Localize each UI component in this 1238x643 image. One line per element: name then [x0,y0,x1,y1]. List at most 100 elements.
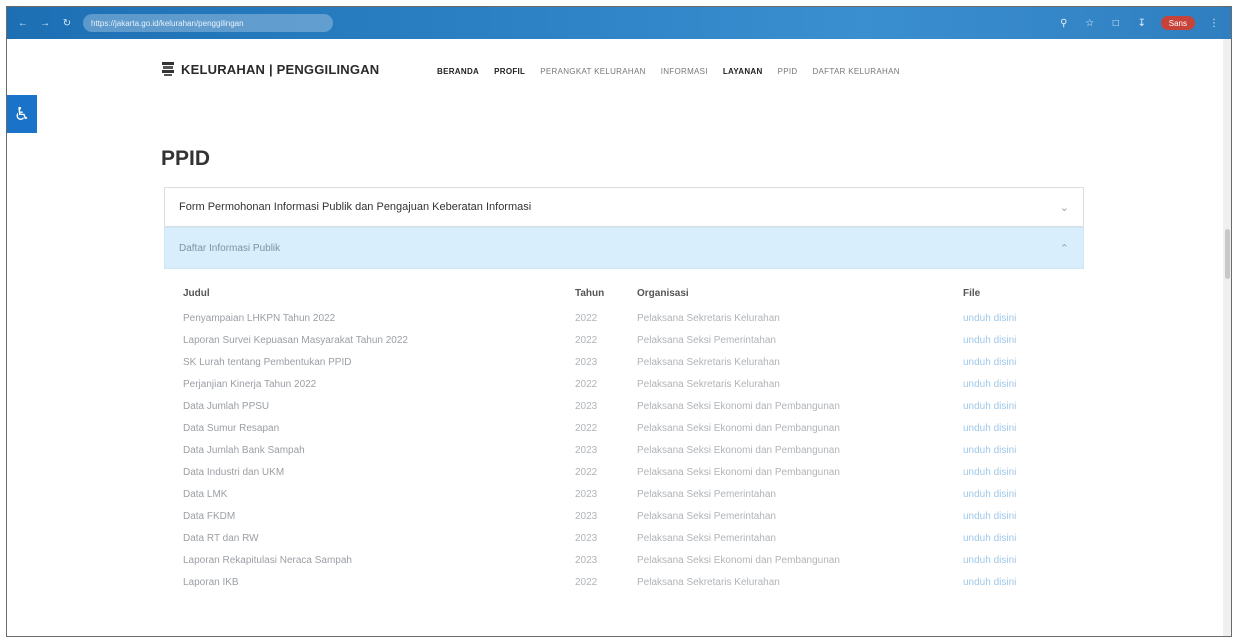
back-icon[interactable]: ← [17,17,29,29]
menu-informasi[interactable]: INFORMASI [661,67,708,76]
url-text: https://jakarta.go.id/kelurahan/penggili… [91,18,244,28]
page-scrollbar[interactable] [1223,39,1231,636]
download-link[interactable]: unduh disini [963,439,1083,461]
header-organisasi: Organisasi [637,287,689,299]
cell-tahun: 2023 [575,356,598,368]
table-row: Laporan Rekapitulasi Neraca Sampah 2023 Pe… [183,549,1083,571]
cell-tahun: 2023 [575,444,598,456]
cell-organisasi: Pelaksana Sekretaris Kelurahan [637,576,780,588]
cell-judul: Data Industri dan UKM [183,466,285,478]
browser-actions: ⚲ ☆ □ ↧ Sans ⋮ [1057,7,1221,39]
download-link[interactable]: unduh disini [963,461,1083,483]
menu-layanan[interactable]: LAYANAN [723,67,763,76]
cell-organisasi: Pelaksana Sekretaris Kelurahan [637,356,780,368]
share-icon[interactable]: ⚲ [1057,16,1071,30]
profile-label: Sans [1168,18,1187,28]
cell-organisasi: Pelaksana Sekretaris Kelurahan [637,378,780,390]
bookmark-icon[interactable]: ☆ [1083,16,1097,30]
cell-organisasi: Pelaksana Seksi Ekonomi dan Pembangunan [637,400,840,412]
accordion-daftar-label: Daftar Informasi Publik [179,242,281,254]
download-link[interactable]: unduh disini [963,307,1083,329]
cell-tahun: 2022 [575,422,598,434]
cell-judul: Data LMK [183,488,228,500]
download-link[interactable]: unduh disini [963,395,1083,417]
header-judul: Judul [183,287,210,299]
menu-profil[interactable]: PROFIL [494,67,525,76]
menu-daftar-kelurahan[interactable]: DAFTAR KELURAHAN [812,67,899,76]
menu-ppid[interactable]: PPID [778,67,798,76]
cell-tahun: 2023 [575,400,598,412]
download-link[interactable]: unduh disini [963,549,1083,571]
table-row: Data LMK 2023 Pelaksana Seksi Pemerintahan… [183,483,1083,505]
browser-window: ← → ↻ https://jakarta.go.id/kelurahan/pe… [6,6,1232,637]
scrollbar-thumb[interactable] [1225,229,1230,279]
browser-toolbar: ← → ↻ https://jakarta.go.id/kelurahan/pe… [7,7,1231,39]
cell-tahun: 2023 [575,488,598,500]
chevron-down-icon: ⌄ [1059,201,1069,214]
table-row: Data Jumlah PPSU 2023 Pelaksana Seksi Ekon… [183,395,1083,417]
table-header-row: Judul Tahun Organisasi File [183,279,1083,307]
cell-tahun: 2022 [575,576,598,588]
table-row: Data Sumur Resapan 2022 Pelaksana Seksi Ek… [183,417,1083,439]
chevron-up-icon: ⌃ [1059,242,1069,255]
table-row: Penyampaian LHKPN Tahun 2022 2022 Pelaksan… [183,307,1083,329]
table-row: SK Lurah tentang Pembentukan PPID 2023 Pel… [183,351,1083,373]
menu-perangkat-kelurahan[interactable]: PERANGKAT KELURAHAN [540,67,645,76]
cell-judul: Penyampaian LHKPN Tahun 2022 [183,312,336,324]
wheelchair-icon: ♿ [13,103,31,124]
table-row: Data Industri dan UKM 2022 Pelaksana Seksi… [183,461,1083,483]
download-link[interactable]: unduh disini [963,329,1083,351]
cell-organisasi: Pelaksana Seksi Ekonomi dan Pembangunan [637,466,840,478]
download-icon[interactable]: ↧ [1135,16,1149,30]
cell-judul: Data RT dan RW [183,532,259,544]
menu-beranda[interactable]: BERANDA [437,67,479,76]
table-row: Laporan Survei Kepuasan Masyarakat Tahun… [183,329,1083,351]
address-bar[interactable]: https://jakarta.go.id/kelurahan/penggili… [83,14,333,32]
tab-icon[interactable]: □ [1109,16,1123,30]
cell-judul: Laporan IKB [183,576,239,588]
cell-organisasi: Pelaksana Seksi Pemerintahan [637,488,776,500]
menu-dots-icon[interactable]: ⋮ [1207,16,1221,30]
header-file: File [963,287,981,299]
download-link[interactable]: unduh disini [963,351,1083,373]
forward-icon[interactable]: → [39,17,51,29]
cell-organisasi: Pelaksana Seksi Ekonomi dan Pembangunan [637,554,840,566]
cell-organisasi: Pelaksana Seksi Ekonomi dan Pembangunan [637,422,840,434]
download-link[interactable]: unduh disini [963,571,1083,593]
informasi-table: Judul Tahun Organisasi File Penyampaian … [183,279,1083,593]
download-link[interactable]: unduh disini [963,373,1083,395]
cell-judul: Laporan Survei Kepuasan Masyarakat Tahun… [183,334,408,346]
accordion-daftar-informasi[interactable]: Daftar Informasi Publik ⌃ [164,227,1084,269]
main-menu: BERANDA PROFIL PERANGKAT KELURAHAN INFOR… [437,67,900,76]
table-row: Perjanjian Kinerja Tahun 2022 2022 Pelaksa… [183,373,1083,395]
download-link[interactable]: unduh disini [963,505,1083,527]
download-link[interactable]: unduh disini [963,527,1083,549]
table-row: Data RT dan RW 2023 Pelaksana Seksi Pemeri… [183,527,1083,549]
site-logo[interactable]: KELURAHAN | PENGGILINGAN [161,61,379,77]
cell-tahun: 2022 [575,466,598,478]
accordion-form-label: Form Permohonan Informasi Publik dan Pen… [179,201,532,213]
cell-tahun: 2023 [575,532,598,544]
cell-judul: Data Jumlah PPSU [183,400,270,412]
profile-button[interactable]: Sans [1160,16,1195,30]
cell-tahun: 2022 [575,334,598,346]
cell-judul: Data FKDM [183,510,236,522]
cell-tahun: 2022 [575,378,598,390]
header-tahun: Tahun [575,287,605,299]
cell-tahun: 2023 [575,554,598,566]
cell-tahun: 2023 [575,510,598,522]
cell-judul: Data Jumlah Bank Sampah [183,444,305,456]
download-link[interactable]: unduh disini [963,417,1083,439]
cell-organisasi: Pelaksana Seksi Ekonomi dan Pembangunan [637,444,840,456]
page-title: PPID [161,147,211,170]
accessibility-button[interactable]: ♿ [7,95,37,133]
accordion-form-permohonan[interactable]: Form Permohonan Informasi Publik dan Pen… [164,187,1084,227]
cell-organisasi: Pelaksana Seksi Pemerintahan [637,510,776,522]
cell-judul: SK Lurah tentang Pembentukan PPID [183,356,352,368]
logo-emblem-icon [162,62,174,76]
download-link[interactable]: unduh disini [963,483,1083,505]
table-row: Data Jumlah Bank Sampah 2023 Pelaksana Sek… [183,439,1083,461]
cell-judul: Perjanjian Kinerja Tahun 2022 [183,378,317,390]
cell-organisasi: Pelaksana Seksi Pemerintahan [637,532,776,544]
reload-icon[interactable]: ↻ [61,17,73,29]
